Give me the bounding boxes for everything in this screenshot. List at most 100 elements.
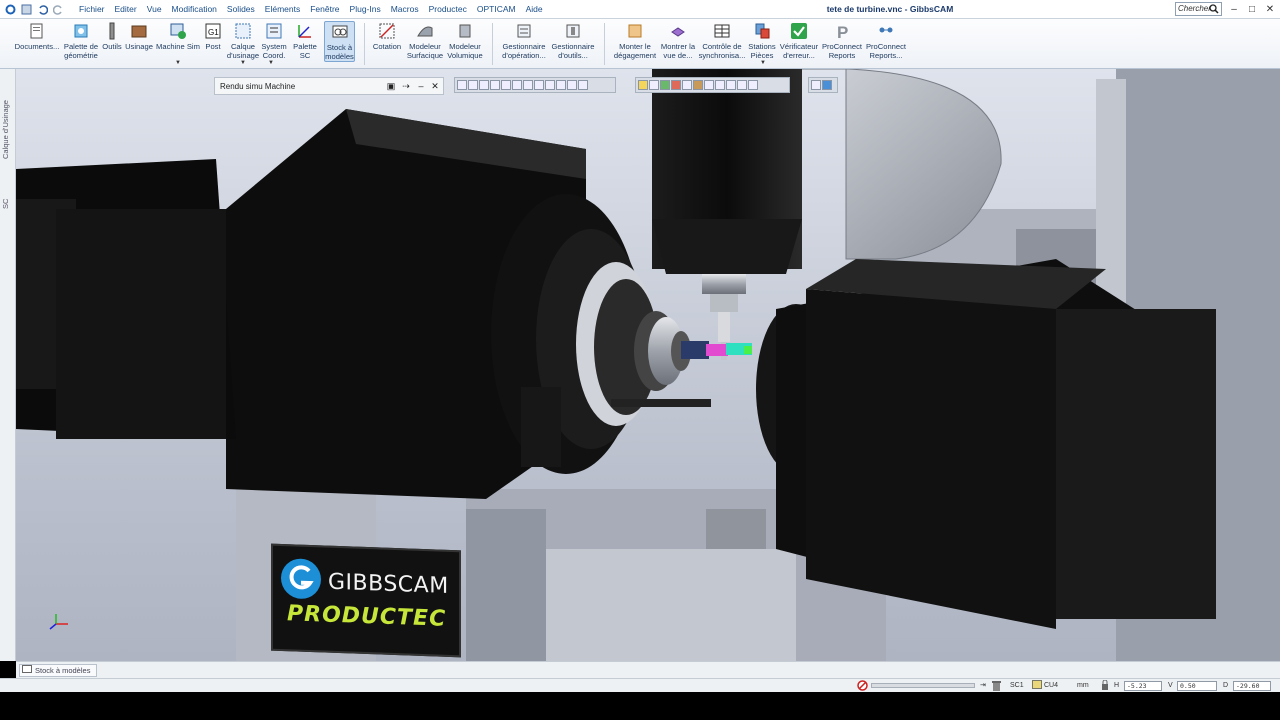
render-icon[interactable]	[704, 80, 714, 90]
operation-manager-button[interactable]: Gestionnaire d'opération...	[500, 21, 548, 60]
stop-icon[interactable]	[857, 680, 868, 691]
machining-button[interactable]: Usinage	[124, 21, 154, 52]
geometry-palette-icon	[71, 21, 91, 41]
tab-sc[interactable]: SC	[1, 189, 10, 209]
minimize-panel-icon[interactable]: –	[415, 80, 427, 92]
part-stations-icon	[752, 21, 772, 41]
trash-icon[interactable]	[992, 680, 1001, 691]
dimension-icon	[377, 21, 397, 41]
view-icon[interactable]	[479, 80, 489, 90]
machine-sim-icon	[168, 21, 188, 41]
render-icon[interactable]	[693, 80, 703, 90]
search-icon[interactable]	[1209, 4, 1219, 16]
surface-modeler-icon	[415, 21, 435, 41]
clearance-button[interactable]: Monter le dégagement	[611, 21, 659, 60]
view-icon[interactable]	[578, 80, 588, 90]
menu-editer[interactable]: Editer	[110, 0, 142, 19]
close-icon[interactable]: ✕	[429, 80, 441, 92]
render-icon[interactable]	[671, 80, 681, 90]
geometry-palette-button[interactable]: Palette de géométrie	[61, 21, 101, 60]
view-icon[interactable]	[567, 80, 577, 90]
chevron-down-icon[interactable]: ▼	[268, 60, 274, 66]
render-toolbar	[635, 77, 790, 93]
view-icon[interactable]	[490, 80, 500, 90]
solid-modeler-button[interactable]: Modeleur Volumique	[445, 21, 485, 60]
machining-layer-icon	[233, 21, 253, 41]
show-view-button[interactable]: Montrer la vue de...	[659, 21, 697, 60]
ribbon-label: Machine Sim	[156, 42, 200, 51]
view-icon[interactable]	[545, 80, 555, 90]
undo-icon[interactable]	[36, 3, 49, 16]
menu-elements[interactable]: Eléments	[260, 0, 305, 19]
proconnect-reports-button[interactable]: P ProConnect Reports	[821, 21, 863, 60]
close-window-icon[interactable]: ✕	[1261, 0, 1279, 19]
show-view-icon	[668, 21, 688, 41]
menu-fenetre[interactable]: Fenêtre	[305, 0, 344, 19]
menu-vue[interactable]: Vue	[142, 0, 167, 19]
tab-stock-models[interactable]: Stock à modèles	[19, 664, 98, 677]
menu-opticam[interactable]: OPTICAM	[472, 0, 521, 19]
render-icon[interactable]	[649, 80, 659, 90]
sc-indicator: SC1	[1010, 682, 1024, 689]
post-button[interactable]: G1 Post	[202, 21, 224, 52]
menu-solides[interactable]: Solides	[222, 0, 260, 19]
help-icon[interactable]	[822, 80, 832, 90]
view-icon[interactable]	[512, 80, 522, 90]
app-menu-icon[interactable]	[4, 3, 17, 16]
redo-icon[interactable]	[52, 3, 65, 16]
render-icon[interactable]	[715, 80, 725, 90]
chevron-down-icon[interactable]: ▼	[240, 60, 246, 66]
svg-text:P: P	[837, 23, 848, 40]
ribbon-label: Gestionnaire d'outils...	[551, 42, 595, 60]
surface-modeler-button[interactable]: Modeleur Surfacique	[405, 21, 445, 60]
part-stations-button[interactable]: Stations Pièces	[747, 21, 777, 60]
sc-palette-button[interactable]: Palette SC	[288, 21, 322, 60]
view-icon[interactable]	[534, 80, 544, 90]
menu-aide[interactable]: Aide	[521, 0, 548, 19]
machine-sim-viewport[interactable]	[16, 69, 1280, 661]
render-icon[interactable]	[682, 80, 692, 90]
pin-icon[interactable]: ⇢	[400, 80, 412, 92]
sync-control-button[interactable]: Contrôle de synchronisa...	[697, 21, 747, 60]
documents-button[interactable]: Documents...	[15, 21, 59, 52]
maximize-icon[interactable]: □	[1243, 0, 1261, 19]
menu-plugins[interactable]: Plug-Ins	[345, 0, 386, 19]
tool-manager-button[interactable]: Gestionnaire d'outils...	[550, 21, 596, 60]
coord-system-button[interactable]: System Coord.	[260, 21, 288, 60]
machining-layer-button[interactable]: Calque d'usinage	[226, 21, 260, 60]
step-end-icon[interactable]: ⇥	[980, 680, 986, 691]
ribbon-label: Gestionnaire d'opération...	[502, 42, 546, 60]
machine-sim-button[interactable]: Machine Sim	[155, 21, 201, 52]
tools-button[interactable]: Outils	[100, 21, 124, 52]
render-icon[interactable]	[726, 80, 736, 90]
menu-fichier[interactable]: Fichier	[74, 0, 110, 19]
error-checker-button[interactable]: Vérificateur d'erreur...	[778, 21, 820, 60]
stock-models-button[interactable]: Stock à modèles	[324, 21, 355, 62]
minimize-icon[interactable]: –	[1225, 0, 1243, 19]
render-icon[interactable]	[748, 80, 758, 90]
render-icon[interactable]	[660, 80, 670, 90]
h-coord-field[interactable]: -5.23	[1124, 681, 1162, 691]
zoom-icon[interactable]	[811, 80, 821, 90]
view-icon[interactable]	[501, 80, 511, 90]
menu-macros[interactable]: Macros	[386, 0, 424, 19]
render-icon[interactable]	[638, 80, 648, 90]
view-icon[interactable]	[556, 80, 566, 90]
dock-icon[interactable]: ▣	[385, 80, 397, 92]
view-icon[interactable]	[457, 80, 467, 90]
menu-productec[interactable]: Productec	[424, 0, 472, 19]
v-coord-field[interactable]: 0.50	[1177, 681, 1217, 691]
dimension-button[interactable]: Cotation	[370, 21, 404, 52]
menu-modification[interactable]: Modification	[167, 0, 222, 19]
d-coord-field[interactable]: -29.60	[1233, 681, 1271, 691]
view-icon[interactable]	[468, 80, 478, 90]
proconnect-reports2-button[interactable]: ProConnect Reports...	[864, 21, 908, 60]
lock-icon[interactable]	[1101, 679, 1109, 691]
save-icon[interactable]	[20, 3, 33, 16]
render-icon[interactable]	[737, 80, 747, 90]
chevron-down-icon[interactable]: ▼	[175, 60, 181, 66]
view-icon[interactable]	[523, 80, 533, 90]
chevron-down-icon[interactable]: ▼	[760, 60, 766, 66]
tab-machining-layer[interactable]: Calque d'Usinage	[1, 87, 10, 159]
help-toolbar	[808, 77, 838, 93]
